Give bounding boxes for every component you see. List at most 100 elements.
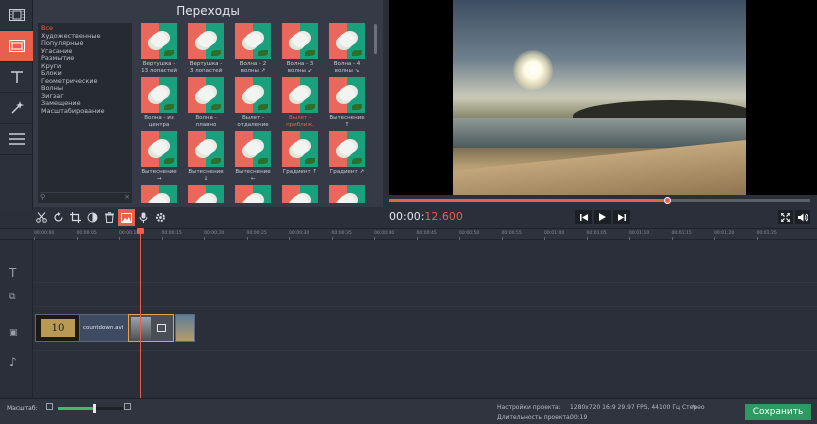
play-button[interactable] xyxy=(594,210,611,224)
transition-thumbnail xyxy=(235,185,271,203)
cut-button[interactable] xyxy=(33,209,50,226)
zoom-slider[interactable] xyxy=(58,404,123,413)
transition-item[interactable]: Вытеснение ↑ xyxy=(325,77,369,128)
transition-item[interactable]: Вертушка -13 лопастей xyxy=(137,23,181,74)
image-button[interactable] xyxy=(118,209,135,226)
zoom-fill xyxy=(58,407,94,410)
transition-item[interactable]: Волна - из центра xyxy=(137,77,181,128)
ruler-tick-label: 00:00:50 xyxy=(459,231,480,236)
zoom-label: Масштаб: xyxy=(7,405,38,412)
transition-label: Градиент ↑ xyxy=(278,169,322,176)
next-button[interactable] xyxy=(613,210,630,224)
clip-frame-number: 10 xyxy=(41,319,75,337)
transition-thumbnail xyxy=(141,23,177,59)
video-preview[interactable] xyxy=(389,0,817,195)
status-bar: Масштаб: Настройки проекта: 1280x720 16:… xyxy=(0,398,817,424)
progress-knob[interactable] xyxy=(663,197,671,204)
transition-label-line: Вертушка - xyxy=(189,61,223,67)
transition-label-line: Вытеснение xyxy=(329,115,365,121)
playhead[interactable] xyxy=(140,228,141,400)
transition-label-line: отдаление xyxy=(237,121,269,128)
save-button[interactable]: Сохранить xyxy=(745,404,811,420)
media-tool[interactable] xyxy=(0,0,33,31)
edit-toolbar xyxy=(33,209,169,226)
zoom-out-icon[interactable] xyxy=(46,403,53,410)
transition-item[interactable]: Вытеснение ↓ xyxy=(184,131,228,182)
transition-item[interactable]: Вылет - отдаление xyxy=(231,77,275,128)
film-icon xyxy=(8,9,25,21)
clear-search-button[interactable]: × xyxy=(124,193,130,201)
category-search[interactable]: ⚲ × xyxy=(40,192,130,201)
timeline-ruler[interactable]: 00:00:00 00:00:05 00:00:10 00:00:15 00:00:20… xyxy=(0,228,817,240)
sea xyxy=(453,118,746,148)
transition-label-line: приближ. xyxy=(286,121,314,128)
fullscreen-icon xyxy=(781,212,790,222)
panel-scrollbar[interactable] xyxy=(374,24,377,54)
volume-button[interactable] xyxy=(795,210,810,224)
overlay-track-icon: ⧉ xyxy=(9,292,16,302)
settings-button[interactable] xyxy=(152,209,169,226)
transition-label-line: волны ↗ xyxy=(240,67,266,74)
category-list: Все Художественные Популярные Угасание Размы… xyxy=(38,23,132,203)
zoom-in-icon[interactable] xyxy=(124,403,131,410)
play-icon xyxy=(599,213,606,221)
edit-settings-icon[interactable]: ✎ xyxy=(692,404,697,411)
duration-value: 00:19 xyxy=(570,414,588,421)
transition-item[interactable] xyxy=(184,185,228,203)
transition-thumbnail xyxy=(235,77,271,113)
transition-item[interactable]: Волна - 3 волны ↙ xyxy=(278,23,322,74)
transition-item[interactable]: Волна - 2 волны ↗ xyxy=(231,23,275,74)
playhead-handle[interactable] xyxy=(137,228,144,234)
sun xyxy=(513,50,553,90)
transition-item[interactable]: Волна - плавно xyxy=(184,77,228,128)
ruler-tick-label: 00:00:15 xyxy=(161,231,182,236)
ruler-tick-label: 00:00:05 xyxy=(76,231,97,236)
transition-item[interactable]: Вытеснение → xyxy=(137,131,181,182)
transition-label: Волна - 2 волны ↗ xyxy=(231,61,275,74)
transition-label: Вытеснение ↑ xyxy=(325,115,369,128)
transition-label-line: волны ↙ xyxy=(287,67,313,74)
clip-name: countdown.avi xyxy=(83,325,124,331)
transition-item[interactable] xyxy=(278,185,322,203)
transition-thumbnail xyxy=(141,185,177,203)
transition-item[interactable] xyxy=(231,185,275,203)
scissors-icon xyxy=(36,212,47,223)
video-clip-transition[interactable] xyxy=(128,314,174,342)
fullscreen-button[interactable] xyxy=(778,210,793,224)
prev-button[interactable] xyxy=(575,210,592,224)
transition-thumbnail xyxy=(141,131,177,167)
ruler-tick-label: 00:00:35 xyxy=(331,231,352,236)
transition-item[interactable]: Вертушка -3 лопастей xyxy=(184,23,228,74)
transitions-icon xyxy=(8,40,25,52)
transition-label-line: волны ↘ xyxy=(334,67,360,74)
transition-thumbnail xyxy=(329,185,365,203)
transitions-tool[interactable] xyxy=(0,31,33,62)
clip-thumbnail xyxy=(131,317,151,341)
ruler-tick-label: 00:01:05 xyxy=(586,231,607,236)
video-clip-beach[interactable] xyxy=(175,314,195,342)
record-audio-button[interactable] xyxy=(135,209,152,226)
zoom-knob[interactable] xyxy=(92,404,96,413)
titles-tool[interactable] xyxy=(0,62,33,93)
audio-track-icon: ♪ xyxy=(9,355,17,369)
rotate-button[interactable] xyxy=(50,209,67,226)
playback-progress[interactable] xyxy=(389,197,810,204)
transition-item[interactable]: Волна - 4 волны ↘ xyxy=(325,23,369,74)
transition-label: Волна - плавно xyxy=(184,115,228,128)
video-clip-countdown[interactable]: 10 countdown.avi xyxy=(35,314,142,342)
more-tool[interactable] xyxy=(0,124,33,155)
transition-item[interactable] xyxy=(137,185,181,203)
transition-thumbnail xyxy=(188,185,224,203)
category-item[interactable]: Масштабирование xyxy=(38,107,132,116)
color-adjust-button[interactable] xyxy=(84,209,101,226)
transition-item[interactable]: Градиент ↗ xyxy=(325,131,369,176)
beach xyxy=(453,140,746,195)
transition-item[interactable]: Градиент ↑ xyxy=(278,131,322,176)
transition-item[interactable]: Вылет - приближ. xyxy=(278,77,322,128)
transition-item[interactable] xyxy=(325,185,369,203)
delete-button[interactable] xyxy=(101,209,118,226)
transition-label-line: центра xyxy=(148,121,170,128)
crop-button[interactable] xyxy=(67,209,84,226)
transition-item[interactable]: Вытеснение ← xyxy=(231,131,275,182)
filters-tool[interactable] xyxy=(0,93,33,124)
